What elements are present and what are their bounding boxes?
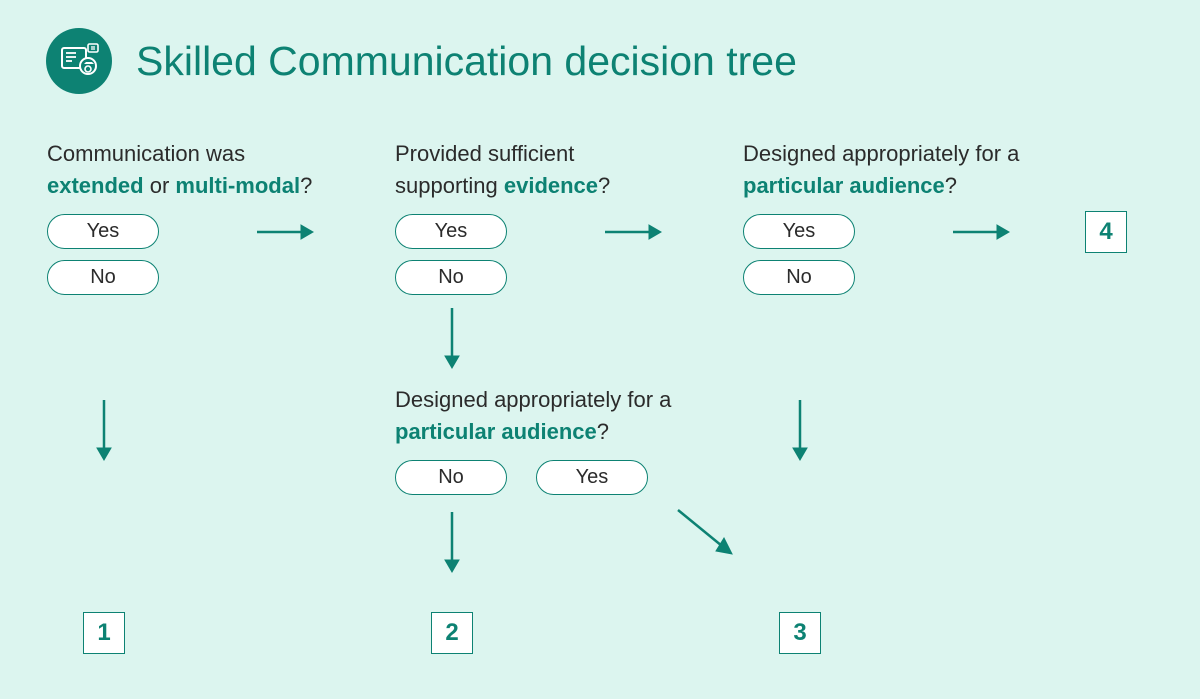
q1-yes-button[interactable]: Yes — [47, 214, 159, 249]
arrow-right-icon — [255, 220, 315, 244]
outcome-3: 3 — [779, 612, 821, 654]
outcome-4: 4 — [1085, 211, 1127, 253]
arrow-down-icon — [92, 398, 116, 462]
q3-no-button[interactable]: No — [743, 260, 855, 295]
question-audience-mid: Designed appropriately for a particular … — [395, 384, 695, 448]
arrow-down-icon — [788, 398, 812, 462]
q4-yes-button[interactable]: Yes — [536, 460, 648, 495]
question-evidence: Provided sufficient supporting evidence? — [395, 138, 675, 202]
q1-no-button[interactable]: No — [47, 260, 159, 295]
arrow-right-icon — [603, 220, 663, 244]
page-title: Skilled Communication decision tree — [136, 38, 797, 85]
outcome-1: 1 — [83, 612, 125, 654]
q3-yes-button[interactable]: Yes — [743, 214, 855, 249]
outcome-2: 2 — [431, 612, 473, 654]
arrow-diagonal-icon — [672, 504, 742, 564]
question-extended: Communication was extended or multi-moda… — [47, 138, 347, 202]
arrow-right-icon — [951, 220, 1011, 244]
presentation-icon — [58, 40, 100, 82]
q2-yes-button[interactable]: Yes — [395, 214, 507, 249]
communication-icon — [46, 28, 112, 94]
question-audience-top: Designed appropriately for a particular … — [743, 138, 1043, 202]
arrow-down-icon — [440, 510, 464, 574]
q4-no-button[interactable]: No — [395, 460, 507, 495]
header: Skilled Communication decision tree — [0, 0, 1200, 94]
q2-no-button[interactable]: No — [395, 260, 507, 295]
arrow-down-icon — [440, 306, 464, 370]
